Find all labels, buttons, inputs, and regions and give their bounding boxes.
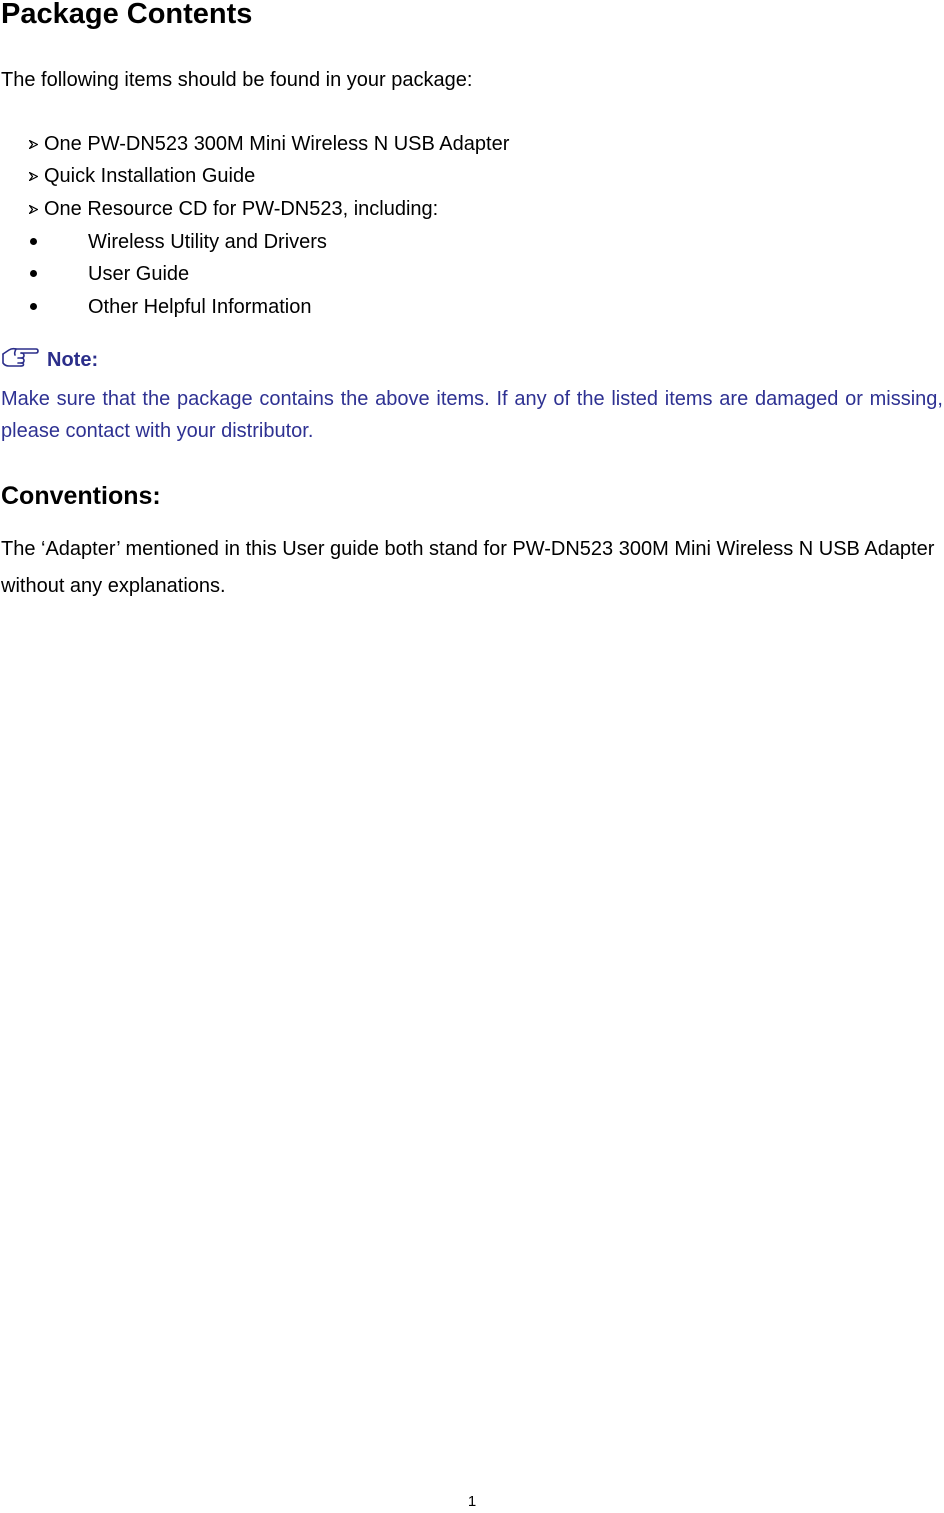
bullet-dot-icon <box>30 294 44 320</box>
bullet-dot-icon <box>30 229 44 255</box>
list-item-label: One PW-DN523 300M Mini Wireless N USB Ad… <box>44 133 510 155</box>
list-item-label: One Resource CD for PW-DN523, including: <box>44 198 439 220</box>
pointing-hand-icon <box>1 346 39 373</box>
note-text: Make sure that the package contains the … <box>1 388 943 442</box>
list-item-label: Other Helpful Information <box>88 296 312 318</box>
intro-text: The following items should be found in y… <box>1 69 473 91</box>
list-item-label: Quick Installation Guide <box>44 165 256 187</box>
conventions-heading: Conventions: <box>1 482 161 510</box>
arrow-bullet-icon <box>28 196 42 222</box>
arrow-bullet-icon <box>28 163 42 189</box>
page-title: Package Contents <box>1 0 253 30</box>
arrow-bullet-icon <box>28 131 42 157</box>
conventions-text: The ‘Adapter’ mentioned in this User gui… <box>1 538 935 597</box>
list-item-label: Wireless Utility and Drivers <box>88 231 327 253</box>
note-label: Note: <box>47 349 99 371</box>
bullet-dot-icon <box>30 261 44 287</box>
list-item-label: User Guide <box>88 263 190 285</box>
page-number: 1 <box>467 1493 477 1510</box>
